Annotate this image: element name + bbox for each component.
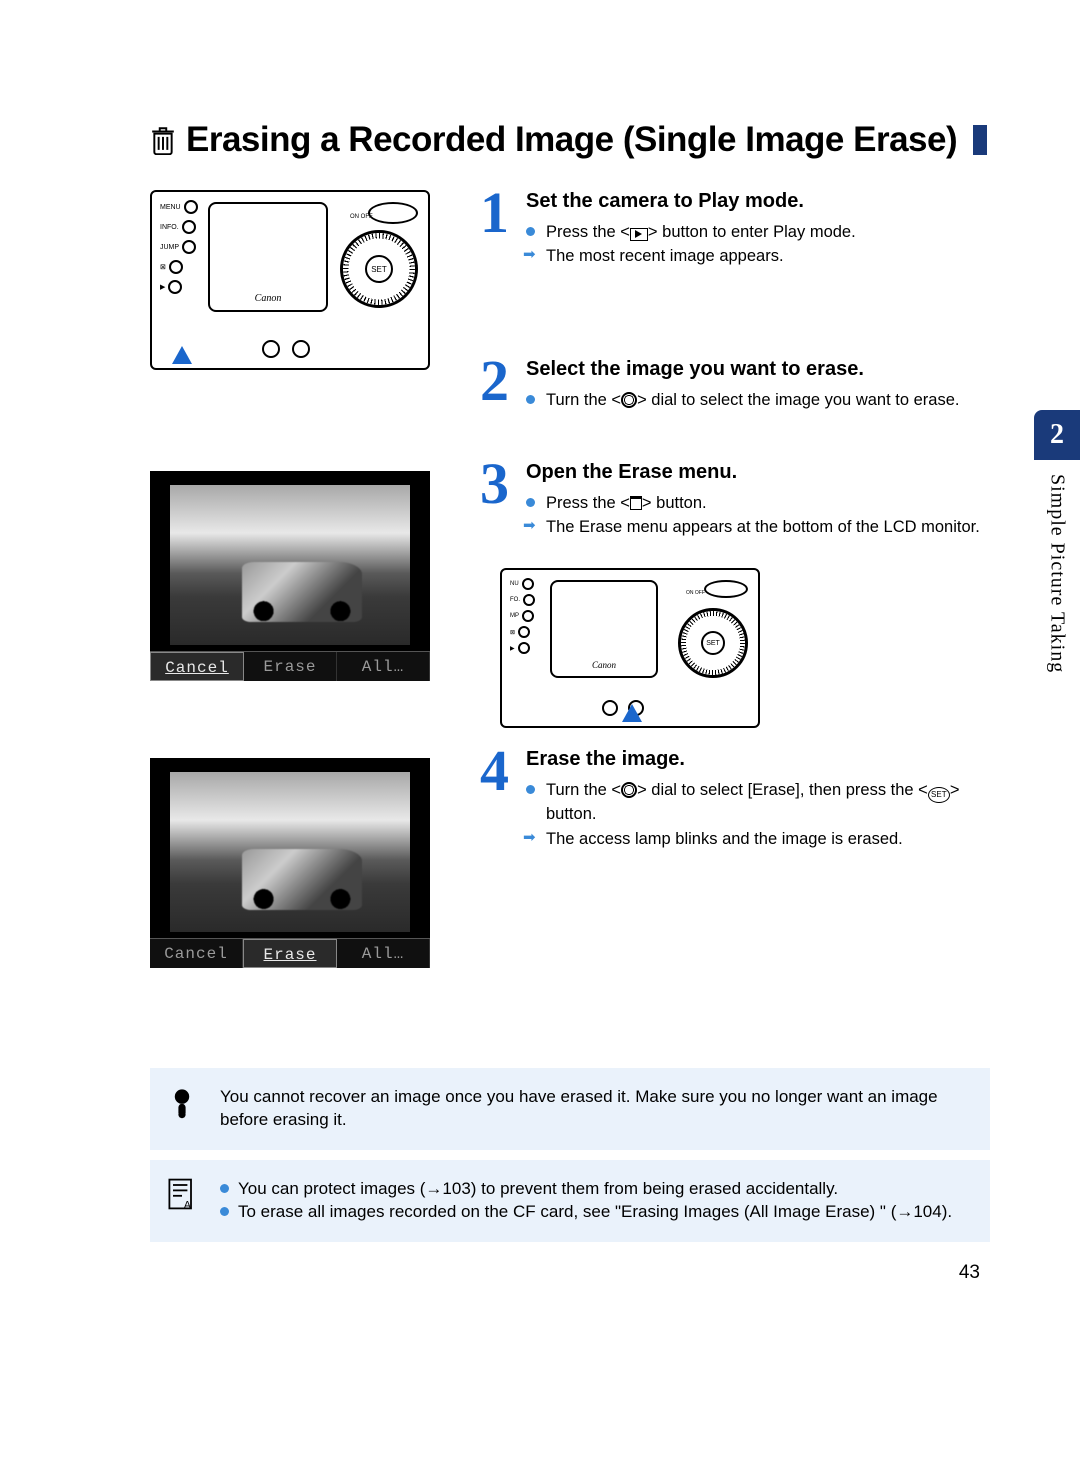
trash-icon: [150, 125, 176, 155]
step-line: Press the <> button to enter Play mode.: [526, 221, 990, 243]
tip-text-1: You can protect images (→103) to prevent…: [220, 1178, 970, 1201]
step-line: Turn the <> dial to select the image you…: [526, 389, 990, 411]
step-result: The access lamp blinks and the image is …: [526, 828, 990, 850]
warning-text: You cannot recover an image once you hav…: [220, 1087, 938, 1129]
chapter-number: 2: [1034, 410, 1080, 460]
svg-text:A: A: [184, 1200, 192, 1212]
lcd-screenshot-2: Cancel Erase All…: [150, 748, 450, 968]
pointer-arrow-icon: [172, 346, 192, 364]
menu-erase: Erase: [243, 939, 337, 968]
camera-diagram-2: NU FO. MP ⊠ ▶ Canon ON OFF SET: [500, 568, 760, 728]
chapter-tab: 2 Simple Picture Taking: [1034, 410, 1080, 687]
camera-diagram-1: MENU INFO. JUMP ⊠ ▶ Canon ON OFF SET: [150, 190, 450, 370]
step-result: The Erase menu appears at the bottom of …: [526, 516, 990, 538]
title-end-block: [973, 125, 987, 155]
play-icon: [630, 228, 648, 241]
trash-icon: [630, 496, 642, 510]
step-number: 1: [480, 190, 516, 270]
dial-icon: [621, 392, 637, 408]
warning-note: You cannot recover an image once you hav…: [150, 1068, 990, 1150]
dial-icon: [621, 782, 637, 798]
step-4: 4 Erase the image. Turn the <> dial to s…: [480, 748, 990, 852]
tip-note: A You can protect images (→103) to preve…: [150, 1160, 990, 1242]
set-icon: SET: [928, 787, 950, 803]
menu-cancel: Cancel: [150, 652, 244, 681]
lcd-screenshot-1: Cancel Erase All…: [150, 461, 450, 681]
step-number: 2: [480, 358, 516, 413]
step-line: Press the <> button.: [526, 492, 990, 514]
menu-all: All…: [337, 652, 430, 681]
menu-cancel: Cancel: [150, 939, 243, 968]
step-number: 3: [480, 461, 516, 541]
page-number: 43: [150, 1262, 990, 1284]
menu-erase: Erase: [244, 652, 337, 681]
note-icon: A: [164, 1176, 200, 1212]
page-title: Erasing a Recorded Image (Single Image E…: [186, 120, 957, 160]
step-result: The most recent image appears.: [526, 245, 990, 267]
step-number: 4: [480, 748, 516, 852]
pointer-arrow-icon: [622, 704, 642, 722]
step-1: 1 Set the camera to Play mode. Press the…: [480, 190, 990, 270]
step-title: Erase the image.: [526, 748, 990, 771]
step-title: Select the image you want to erase.: [526, 358, 990, 381]
caution-icon: [164, 1084, 200, 1120]
step-3: 3 Open the Erase menu. Press the <> butt…: [480, 461, 990, 541]
step-2: 2 Select the image you want to erase. Tu…: [480, 358, 990, 413]
tip-text-2: To erase all images recorded on the CF c…: [220, 1201, 970, 1224]
step-title: Open the Erase menu.: [526, 461, 990, 484]
menu-all: All…: [337, 939, 430, 968]
step-title: Set the camera to Play mode.: [526, 190, 990, 213]
chapter-label: Simple Picture Taking: [1046, 460, 1069, 687]
page-title-row: Erasing a Recorded Image (Single Image E…: [150, 120, 990, 160]
step-line: Turn the <> dial to select [Erase], then…: [526, 779, 990, 825]
